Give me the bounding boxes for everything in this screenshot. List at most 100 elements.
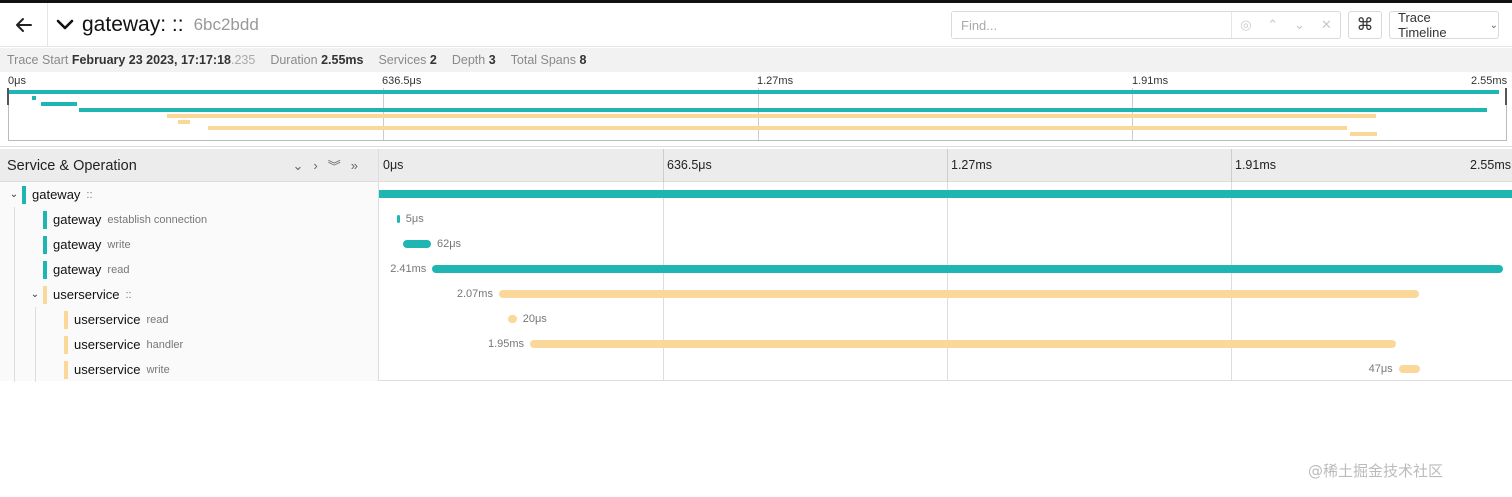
span-name[interactable]: gateway establish connection	[0, 207, 379, 232]
chevron-down-icon[interactable]: ⌄	[27, 289, 43, 300]
trace-id: 6bc2bdd	[193, 15, 259, 34]
minimap-tick: 1.27ms	[757, 75, 794, 87]
indent-guide	[14, 207, 15, 232]
span-name[interactable]: userservice read	[0, 307, 379, 332]
minimap-tick: 0μs	[8, 75, 26, 87]
span-row[interactable]: ⌄ gateway::	[0, 182, 1512, 207]
span-rows: ⌄ gateway:: gateway establish connection 5μs…	[0, 182, 1512, 382]
span-name[interactable]: ⌄ gateway::	[0, 182, 379, 207]
service-name: gateway	[53, 212, 102, 227]
span-name[interactable]: gateway read	[0, 257, 379, 282]
watermark: @稀土掘金技术社区	[1308, 462, 1444, 480]
chevron-down-icon: ⌄	[1489, 19, 1498, 31]
timeline-gridline	[1231, 149, 1232, 182]
indent-guide	[14, 232, 15, 257]
span-bar[interactable]	[396, 215, 400, 223]
service-color-marker	[64, 335, 68, 354]
trace-header: gateway: :: 6bc2bdd ◎ ⌃ ⌄ ✕ ⌘ Trace Time…	[0, 3, 1512, 47]
total-spans: Total Spans 8	[510, 53, 587, 67]
expand-all-icon[interactable]: »	[351, 158, 358, 173]
timeline-gridline	[663, 149, 664, 182]
expand-one-icon[interactable]: ›	[313, 158, 317, 173]
back-button[interactable]	[0, 3, 48, 47]
operation-name: write	[146, 363, 170, 376]
chevron-down-icon[interactable]: ⌄	[6, 189, 22, 200]
trace-meta: Trace Start February 23 2023, 17:17:18.2…	[0, 48, 1512, 72]
timeline-gridline	[947, 149, 948, 182]
span-duration-label: 5μs	[405, 213, 424, 225]
span-row[interactable]: userservice handler 1.95ms	[0, 332, 1512, 357]
span-row[interactable]: gateway write 62μs	[0, 232, 1512, 257]
span-name[interactable]: gateway write	[0, 232, 379, 257]
span-bar[interactable]	[1398, 365, 1420, 373]
indent-guide	[14, 282, 15, 307]
trace-title-section[interactable]: gateway: :: 6bc2bdd	[56, 9, 259, 41]
find-input[interactable]	[952, 12, 1232, 38]
span-name[interactable]: userservice handler	[0, 332, 379, 357]
find-box: ◎ ⌃ ⌄ ✕	[951, 11, 1341, 39]
trace-title: gateway: ::	[82, 13, 184, 36]
chevron-down-icon[interactable]: ⌄	[1286, 17, 1313, 33]
indent-guide	[14, 357, 15, 382]
span-bar[interactable]	[379, 190, 1512, 198]
collapse-all-icon[interactable]: ︾	[328, 156, 341, 175]
span-name[interactable]: ⌄ userservice::	[0, 282, 379, 307]
minimap-tick: 1.91ms	[1132, 75, 1169, 87]
service-color-marker	[43, 285, 47, 304]
service-name: userservice	[53, 287, 120, 302]
span-row[interactable]: userservice read 20μs	[0, 307, 1512, 332]
minimap-span-bar	[9, 90, 1499, 94]
minimap-span-bar	[166, 114, 1377, 118]
span-duration-label: 2.07ms	[456, 288, 493, 300]
minimap-tick: 2.55ms	[1471, 75, 1508, 87]
keyboard-shortcuts-button[interactable]: ⌘	[1348, 11, 1382, 39]
minimap-span-bar	[178, 120, 191, 124]
indent-guide	[35, 357, 36, 382]
chevron-down-icon[interactable]	[56, 19, 74, 31]
operation-name: read	[107, 263, 130, 276]
service-color-marker	[43, 260, 47, 279]
service-color-marker	[43, 235, 47, 254]
chevron-up-icon[interactable]: ⌃	[1259, 17, 1286, 33]
span-duration-label: 1.95ms	[487, 338, 525, 350]
span-bar[interactable]	[432, 265, 1504, 273]
indent-guide	[35, 307, 36, 332]
span-name[interactable]: userservice write	[0, 357, 379, 382]
view-select-value: Trace Timeline	[1398, 10, 1447, 40]
span-row[interactable]: gateway establish connection 5μs	[0, 207, 1512, 232]
minimap-right-handle[interactable]	[1505, 88, 1507, 105]
service-name: userservice	[74, 337, 141, 352]
span-duration-label: 62μs	[436, 238, 462, 250]
indent-guide	[35, 332, 36, 357]
span-bar[interactable]	[498, 290, 1419, 298]
service-name: userservice	[74, 362, 141, 377]
minimap-span-bar	[1350, 132, 1378, 136]
span-bar[interactable]	[403, 240, 431, 248]
span-duration-label: 20μs	[522, 313, 547, 325]
service-name: userservice	[74, 312, 141, 327]
span-row[interactable]: ⌄ userservice:: 2.07ms	[0, 282, 1512, 307]
minimap-left-handle[interactable]	[7, 88, 9, 105]
depth: Depth 3	[451, 53, 496, 67]
operation-name: read	[146, 313, 169, 326]
timeline-tick: 1.27ms	[951, 158, 992, 172]
service-color-marker	[64, 310, 68, 329]
operation-name: write	[107, 238, 131, 251]
collapse-one-icon[interactable]: ⌄	[293, 158, 304, 174]
span-bar[interactable]	[530, 340, 1397, 348]
minimap-canvas[interactable]	[8, 88, 1507, 141]
service-name: gateway	[32, 187, 81, 202]
service-name: gateway	[53, 237, 102, 252]
service-color-marker	[64, 360, 68, 379]
view-select[interactable]: Trace Timeline ⌄	[1389, 10, 1499, 40]
indent-guide	[14, 257, 15, 282]
span-row[interactable]: userservice write 47μs	[0, 357, 1512, 382]
span-row[interactable]: gateway read 2.41ms	[0, 257, 1512, 282]
span-bar[interactable]	[507, 315, 517, 323]
duration: Duration 2.55ms	[270, 53, 364, 67]
timeline-tick: 636.5μs	[667, 158, 712, 172]
span-duration-label: 2.41ms	[390, 263, 427, 275]
locate-icon[interactable]: ◎	[1232, 17, 1259, 33]
close-icon[interactable]: ✕	[1313, 17, 1340, 33]
span-duration-label: 47μs	[1368, 363, 1393, 375]
